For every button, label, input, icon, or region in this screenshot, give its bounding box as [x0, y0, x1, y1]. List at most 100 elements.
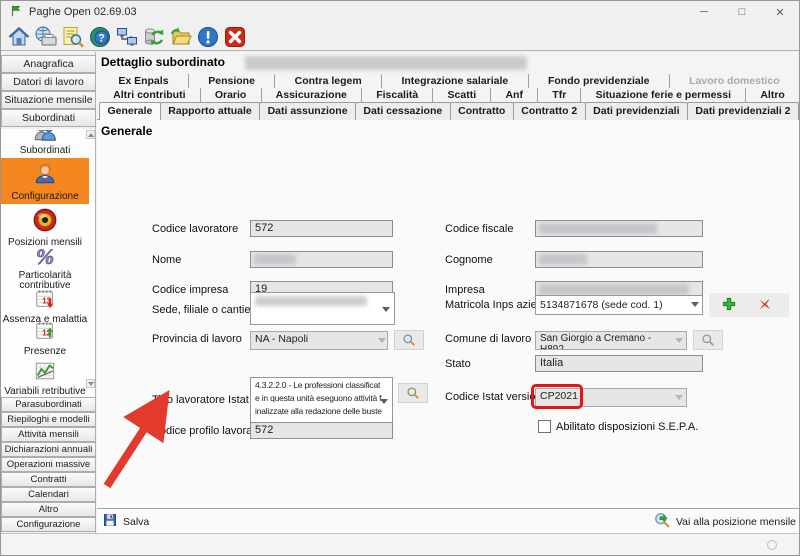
- chevron-down-icon: [675, 338, 683, 343]
- tab-dati-cessazione[interactable]: Dati cessazione: [355, 102, 451, 120]
- sidebar-item-presenze[interactable]: 12 Presenze: [1, 320, 89, 357]
- sidebar-item-anagrafica[interactable]: Anagrafica: [1, 55, 96, 73]
- sidebar-item-particolarita-contributive[interactable]: % Particolarità contributive: [1, 246, 89, 291]
- sidebar-item-calendari[interactable]: Calendari: [1, 487, 96, 502]
- tab-dati-previdenziali-2[interactable]: Dati previdenziali 2: [687, 102, 799, 120]
- tipo-istat-search-button[interactable]: [398, 383, 428, 403]
- network-icon[interactable]: [114, 24, 140, 50]
- save-icon: [102, 512, 118, 531]
- tab-scatti[interactable]: Scatti: [433, 88, 491, 102]
- tab-dati-assunzione[interactable]: Dati assunzione: [259, 102, 356, 120]
- statusbar: [1, 533, 799, 555]
- tipo-istat-label: Tipo lavoratore Istat: [152, 394, 249, 406]
- sidebar-item-subordinati-dettaglio[interactable]: Subordinati: [1, 130, 89, 156]
- comune-label: Comune di lavoro: [445, 333, 531, 345]
- sepa-checkbox[interactable]: [538, 420, 551, 433]
- minimize-button[interactable]: ─: [685, 1, 723, 23]
- sidebar-item-contratti[interactable]: Contratti: [1, 472, 96, 487]
- sidebar-item-situazione-mensile[interactable]: Situazione mensile: [1, 91, 96, 109]
- sidebar-item-altro[interactable]: Altro: [1, 502, 96, 517]
- tab-contratto[interactable]: Contratto: [450, 102, 514, 120]
- sidebar-item-riepiloghi-e-modelli[interactable]: Riepiloghi e modelli: [1, 412, 96, 427]
- delete-matricola-button[interactable]: [757, 296, 772, 314]
- calendar-down-icon: 13: [33, 301, 57, 313]
- svg-text:%: %: [36, 246, 54, 268]
- sidebar-item-configurazione[interactable]: Configurazione: [1, 517, 96, 532]
- sidebar-item-dichiarazioni-annuali[interactable]: Dichiarazioni annuali: [1, 442, 96, 457]
- goto-monthly-button[interactable]: Vai alla posizione mensile: [654, 512, 796, 532]
- matricola-combo[interactable]: 5134871678 (sede cod. 1): [535, 295, 703, 315]
- app-window: Paghe Open 02.69.03 ─ □ ✕ ? AnagraficaDa…: [0, 0, 800, 556]
- globe-print-icon[interactable]: [33, 24, 59, 50]
- tab-fondo-previdenziale[interactable]: Fondo previdenziale: [529, 74, 670, 88]
- save-button[interactable]: Salva: [102, 512, 149, 531]
- exit-icon[interactable]: [222, 24, 248, 50]
- sidebar-item-label: Presenze: [1, 347, 89, 357]
- tipo-istat-line1: 4.3.2.2.0 - Le professioni classificat: [255, 379, 376, 392]
- tab-pensione[interactable]: Pensione: [189, 74, 275, 88]
- sidebar-item-attivita-mensili[interactable]: Attività mensili: [1, 427, 96, 442]
- impresa-label: Impresa: [445, 284, 485, 296]
- tab-fiscalita[interactable]: Fiscalità: [362, 88, 433, 102]
- sidebar-item-operazioni-massive[interactable]: Operazioni massive: [1, 457, 96, 472]
- alert-icon[interactable]: [195, 24, 221, 50]
- sidebar-item-variabili-retributive[interactable]: Variabili retributive: [1, 360, 89, 397]
- cognome-field: [535, 251, 703, 268]
- tab-contra-legem[interactable]: Contra legem: [275, 74, 382, 88]
- target-icon: [32, 224, 58, 236]
- sidebar-item-label: Configurazione: [1, 192, 89, 202]
- tab-altro[interactable]: Altro: [746, 88, 799, 102]
- help-globe-icon[interactable]: ?: [87, 24, 113, 50]
- sidebar-item-datori-di-lavoro[interactable]: Datori di lavoro: [1, 73, 96, 91]
- tab-ex-enpals[interactable]: Ex Enpals: [99, 74, 189, 88]
- sede-combo[interactable]: [250, 292, 395, 325]
- chevron-down-icon[interactable]: [382, 307, 390, 312]
- status-indicator: [767, 540, 777, 550]
- tab-panel-generale: Generale Codice lavoratore 572 Nome Codi…: [97, 119, 800, 533]
- chevron-down-icon: [675, 395, 683, 400]
- home-icon[interactable]: [6, 24, 32, 50]
- close-button[interactable]: ✕: [761, 1, 799, 23]
- database-sync-icon[interactable]: [141, 24, 167, 50]
- nome-field: [250, 251, 393, 268]
- provincia-search-button[interactable]: [394, 330, 424, 350]
- folder-import-icon[interactable]: [168, 24, 194, 50]
- add-matricola-button[interactable]: [721, 296, 737, 315]
- tab-altri-contributi[interactable]: Altri contributi: [99, 88, 201, 102]
- cognome-label: Cognome: [445, 254, 493, 266]
- scroll-up-icon[interactable]: [86, 130, 95, 139]
- tipo-istat-combo[interactable]: 4.3.2.2.0 - Le professioni classificat e…: [250, 377, 393, 424]
- tab-rapporto-attuale[interactable]: Rapporto attuale: [160, 102, 260, 120]
- tab-assicurazione[interactable]: Assicurazione: [262, 88, 363, 102]
- comune-combo: San Giorgio a Cremano - H892: [535, 331, 687, 350]
- tab-orario[interactable]: Orario: [201, 88, 262, 102]
- chevron-down-icon: [378, 338, 386, 343]
- main-toolbar: ?: [1, 23, 799, 51]
- tab-lavoro-domestico: Lavoro domestico: [670, 74, 799, 88]
- sidebar-icon-panel: Subordinati Configurazione Posizioni men…: [1, 129, 95, 398]
- subject-name-redacted: [245, 56, 527, 70]
- tab-contratto-2[interactable]: Contratto 2: [513, 102, 586, 120]
- tab-anf[interactable]: Anf: [491, 88, 538, 102]
- sidebar-item-parasubordinati[interactable]: Parasubordinati: [1, 397, 96, 412]
- tab-integrazione-salariale[interactable]: Integrazione salariale: [382, 74, 529, 88]
- chevron-down-icon[interactable]: [380, 399, 388, 404]
- goto-monthly-label: Vai alla posizione mensile: [676, 516, 796, 528]
- profilo-field: 572: [250, 422, 393, 439]
- chevron-down-icon[interactable]: [691, 302, 699, 307]
- codice-impresa-label: Codice impresa: [152, 284, 228, 296]
- chart-icon: [33, 373, 57, 385]
- sidebar-item-subordinati[interactable]: Subordinati: [1, 109, 96, 127]
- comune-search-button[interactable]: [693, 330, 723, 350]
- codice-lavoratore-field: 572: [250, 220, 393, 237]
- scroll-down-icon[interactable]: [86, 379, 95, 388]
- provincia-combo: NA - Napoli: [250, 331, 388, 350]
- tab-situazione-ferie-e-permessi[interactable]: Situazione ferie e permessi: [581, 88, 746, 102]
- note-search-icon[interactable]: [60, 24, 86, 50]
- maximize-button[interactable]: □: [723, 1, 761, 23]
- tab-dati-previdenziali[interactable]: Dati previdenziali: [585, 102, 688, 120]
- sidebar-item-posizioni-mensili[interactable]: Posizioni mensili: [1, 207, 89, 248]
- tab-generale[interactable]: Generale: [99, 102, 161, 120]
- sidebar-item-configurazione-subordinato[interactable]: Configurazione: [1, 158, 89, 204]
- tab-tfr[interactable]: Tfr: [538, 88, 581, 102]
